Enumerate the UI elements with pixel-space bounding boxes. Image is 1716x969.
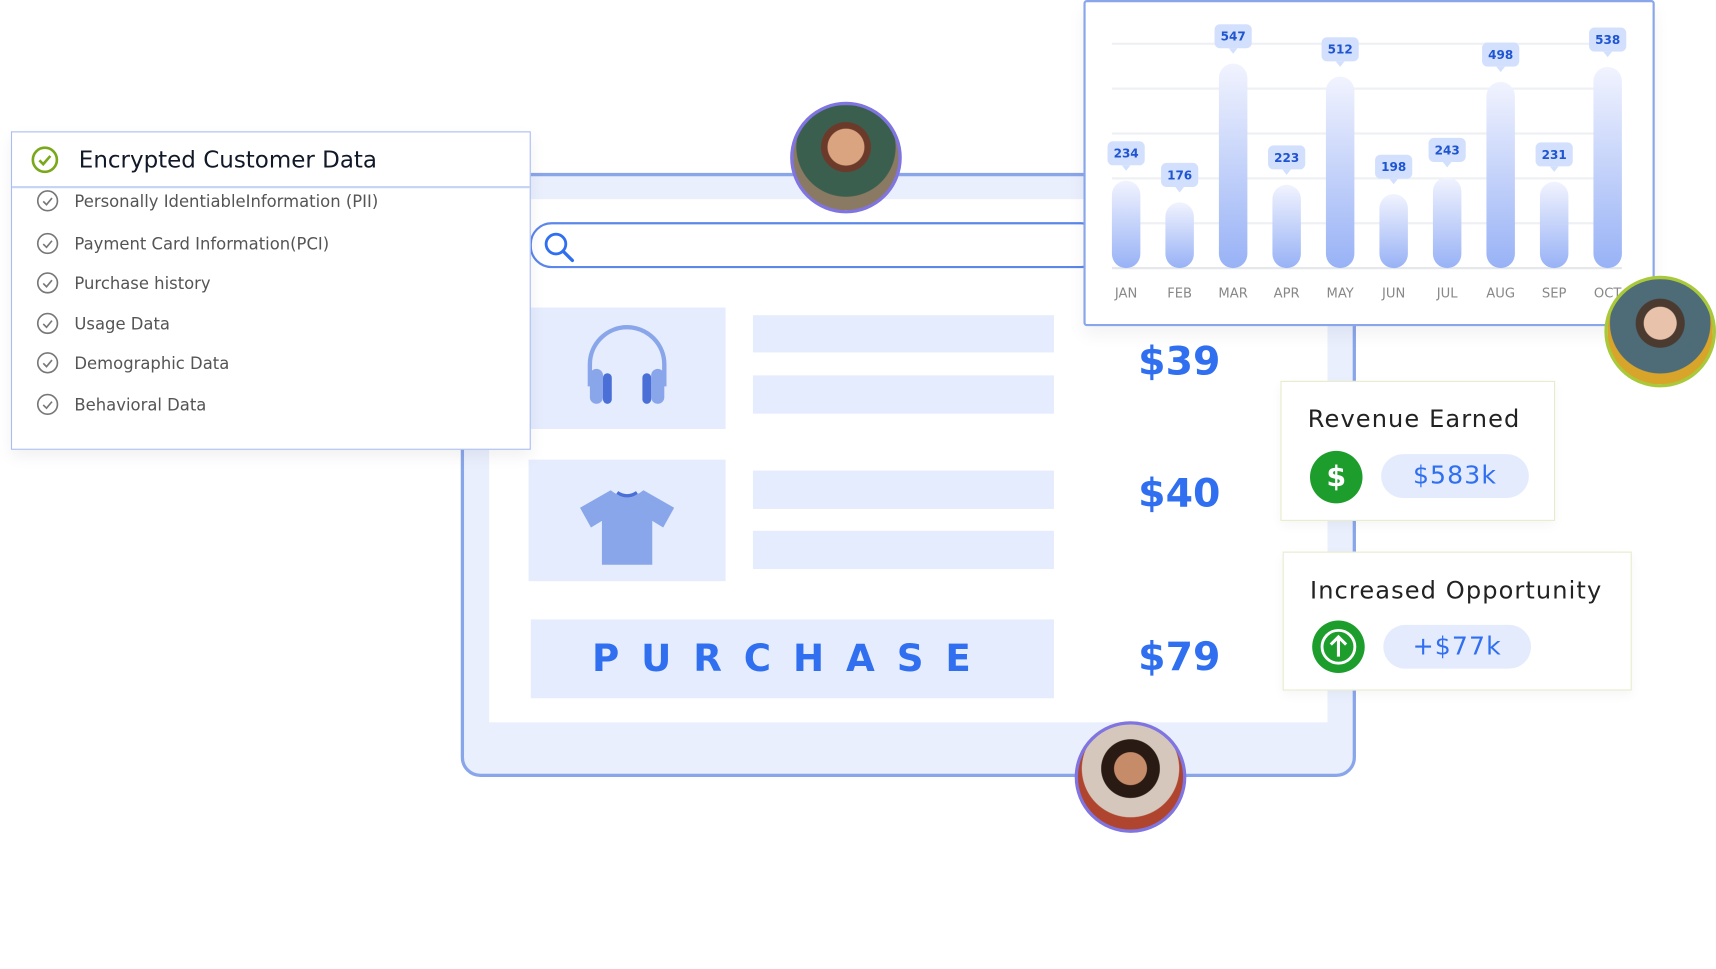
stage: $39 $40 PURCHASE $79 Encrypted Customer …: [0, 0, 1716, 969]
bar: [1486, 81, 1515, 269]
search-input[interactable]: [529, 222, 1104, 269]
x-tick-label: SEP: [1542, 287, 1567, 302]
opportunity-card: Increased Opportunity +$77k: [1282, 551, 1632, 691]
data-type-item: Demographic Data: [36, 351, 229, 374]
bar: [1539, 181, 1569, 269]
check-circle-icon: [36, 352, 59, 374]
data-label: 538: [1595, 33, 1620, 47]
bar: [1593, 66, 1622, 269]
data-label-pointer: [1496, 66, 1506, 73]
item-label: Demographic Data: [74, 352, 230, 373]
bar: [1165, 202, 1194, 269]
card-title: Encrypted Customer Data: [78, 146, 378, 173]
x-tick-label: APR: [1274, 287, 1300, 302]
item-label: Personally IdentiableInformation (PII): [74, 190, 379, 211]
data-label: 234: [1114, 147, 1139, 161]
check-circle-icon: [31, 145, 59, 173]
purchase-button[interactable]: PURCHASE: [530, 619, 1054, 699]
x-tick-label: MAR: [1218, 287, 1247, 302]
data-label-pointer: [1549, 166, 1559, 172]
bar: [1432, 177, 1462, 269]
revenue-value: $583k: [1381, 454, 1529, 498]
data-label: 223: [1274, 151, 1299, 165]
tshirt-icon: [580, 490, 675, 565]
data-label-pointer: [1389, 178, 1399, 185]
x-tick-label: MAY: [1326, 287, 1354, 302]
item-label: Usage Data: [74, 313, 170, 334]
revenue-title: Revenue Earned: [1307, 406, 1521, 434]
item-label: Behavioral Data: [74, 394, 207, 415]
x-tick-label: JUL: [1436, 287, 1458, 302]
search-icon: [544, 232, 575, 263]
total-price: $79: [1138, 634, 1221, 680]
avatar: [790, 101, 902, 214]
avatar: [1074, 721, 1187, 833]
data-label: 498: [1488, 48, 1513, 62]
x-tick-label: AUG: [1486, 287, 1515, 302]
data-label: 231: [1542, 148, 1567, 162]
product-name-placeholder: [752, 315, 1054, 353]
product-desc-placeholder: [752, 530, 1054, 570]
data-label-pointer: [1603, 51, 1613, 58]
chart-svg: 234 JAN 176 FEB 547 MAR 223 APR 512 MAY 198 JUN 243 J…: [1107, 24, 1627, 302]
data-label: 243: [1435, 143, 1460, 157]
data-label-pointer: [1228, 48, 1238, 54]
bar: [1272, 184, 1301, 269]
check-circle-icon: [36, 232, 59, 255]
monthly-bar-chart: 234 JAN 176 FEB 547 MAR 223 APR 512 MAY 198 JUN 243 J…: [1083, 0, 1655, 327]
x-tick-label: FEB: [1167, 287, 1192, 302]
product-desc-placeholder: [752, 375, 1054, 414]
data-type-item: Payment Card Information(PCI): [36, 232, 329, 255]
dollar-icon: $: [1309, 450, 1363, 504]
opportunity-title: Increased Opportunity: [1309, 577, 1603, 606]
data-type-item: Personally IdentiableInformation (PII): [36, 189, 378, 212]
data-type-item: Behavioral Data: [36, 393, 206, 416]
bar: [1379, 194, 1408, 269]
data-label-pointer: [1121, 165, 1131, 171]
product-name-placeholder: [752, 470, 1054, 509]
item-label: Payment Card Information(PCI): [74, 233, 330, 254]
product-image-headphones[interactable]: [528, 307, 726, 430]
data-label: 198: [1381, 160, 1406, 174]
product-image-tshirt[interactable]: [528, 459, 726, 582]
x-tick-label: JAN: [1114, 287, 1137, 302]
revenue-card: Revenue Earned $ $583k: [1280, 380, 1556, 521]
data-type-item: Purchase history: [36, 271, 211, 294]
x-tick-label: JUN: [1381, 287, 1405, 302]
avatar: [1604, 275, 1716, 388]
item-label: Purchase history: [74, 273, 211, 293]
data-label: 512: [1328, 43, 1353, 57]
opportunity-value: +$77k: [1383, 624, 1532, 669]
bar: [1111, 180, 1141, 269]
data-label-pointer: [1335, 61, 1345, 67]
headphones-icon: [587, 325, 667, 404]
product-price: $40: [1138, 471, 1221, 517]
data-label-pointer: [1442, 161, 1452, 168]
arrow-up-icon: [1312, 620, 1365, 674]
check-circle-icon: [36, 393, 59, 416]
bar: [1325, 76, 1355, 269]
data-label-pointer: [1175, 186, 1185, 193]
check-circle-icon: [36, 190, 59, 212]
data-type-item: Usage Data: [36, 312, 170, 335]
check-circle-icon: [36, 272, 59, 294]
data-label-pointer: [1282, 169, 1292, 175]
data-label: 176: [1167, 168, 1192, 182]
product-price: $39: [1138, 339, 1221, 385]
card-header: Encrypted Customer Data: [12, 132, 530, 189]
data-label: 547: [1221, 30, 1246, 44]
encrypted-data-card: Encrypted Customer Data Personally Ident…: [10, 131, 531, 450]
check-circle-icon: [36, 312, 59, 335]
bar: [1218, 63, 1248, 269]
